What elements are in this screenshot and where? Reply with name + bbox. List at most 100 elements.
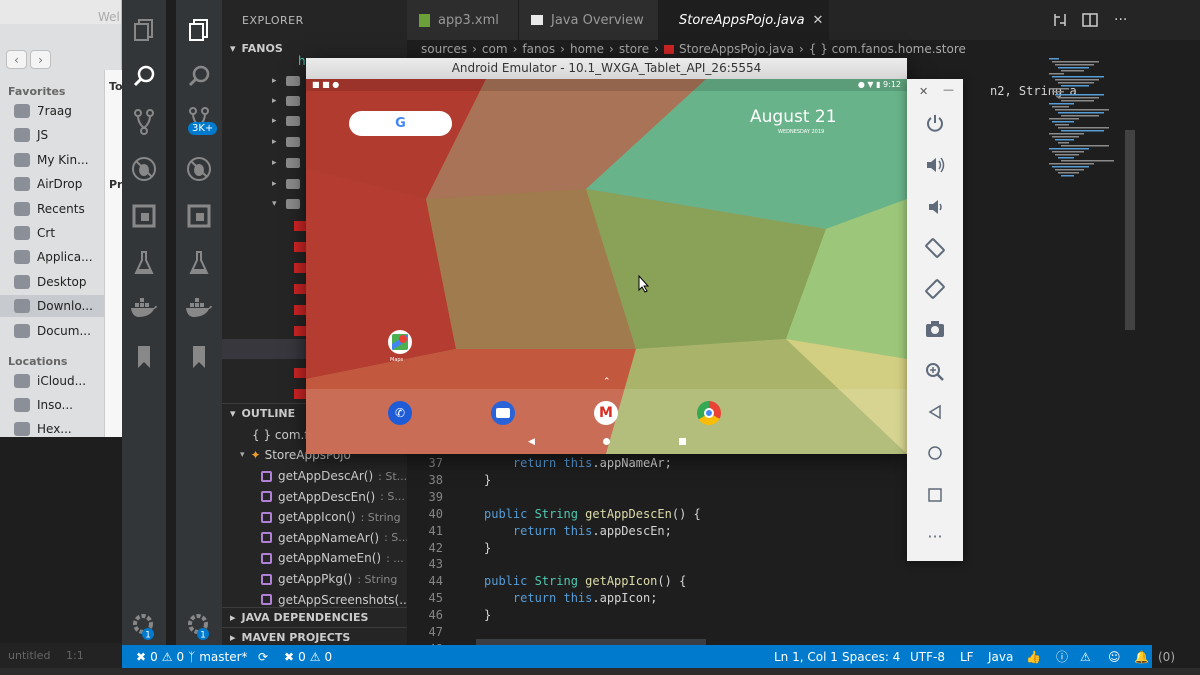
finder-sidebar-item[interactable]: 7raag bbox=[14, 100, 118, 122]
recents-nav-icon[interactable] bbox=[679, 438, 686, 445]
files-icon[interactable] bbox=[122, 18, 166, 42]
home-nav-icon[interactable] bbox=[603, 438, 610, 445]
tab-app3-xml[interactable]: app3.xml bbox=[407, 0, 519, 40]
files-icon[interactable] bbox=[176, 18, 222, 42]
debug-icon[interactable] bbox=[176, 156, 222, 182]
split-editor-icon[interactable] bbox=[1082, 13, 1098, 27]
code-line[interactable]: return this.appIcon; bbox=[484, 591, 658, 605]
tab-storeappspojo[interactable]: StoreAppsPojo.java ✕ bbox=[659, 0, 829, 40]
settings-gear-icon[interactable]: 1 bbox=[176, 612, 222, 640]
breadcrumb-item[interactable]: store bbox=[619, 42, 649, 56]
java-file-icon[interactable] bbox=[294, 263, 306, 273]
outline-method[interactable]: getAppDescEn(): S... bbox=[222, 487, 407, 507]
thumbs-up-icon[interactable]: 👍 bbox=[1026, 645, 1041, 668]
outline-method[interactable]: getAppNameEn(): ... bbox=[222, 548, 407, 568]
screenshot-camera-icon[interactable] bbox=[907, 320, 963, 338]
maps-app-icon[interactable] bbox=[388, 330, 412, 354]
back-nav-icon[interactable]: ◀ bbox=[528, 437, 535, 447]
warning-icon[interactable]: ⚠ bbox=[1080, 645, 1091, 668]
code-line[interactable]: return this.appNameAr; bbox=[484, 456, 672, 470]
search-icon[interactable] bbox=[122, 64, 166, 88]
finder-sidebar-item[interactable]: Docum... bbox=[14, 320, 118, 342]
close-icon[interactable]: ✕ bbox=[919, 85, 928, 98]
end-of-line[interactable]: LF bbox=[960, 645, 974, 668]
home-icon[interactable] bbox=[907, 445, 963, 461]
volume-down-icon[interactable] bbox=[907, 197, 963, 217]
code-line[interactable]: return this.appDescEn; bbox=[484, 524, 672, 538]
breadcrumb-item[interactable]: { } com.fanos.home.store bbox=[809, 42, 966, 56]
finder-nav-buttons[interactable]: ‹ › bbox=[6, 50, 54, 70]
java-file-icon[interactable] bbox=[294, 242, 306, 252]
java-dependencies-header[interactable]: ▸ JAVA DEPENDENCIES bbox=[222, 607, 407, 627]
breadcrumb-item[interactable]: sources bbox=[421, 42, 467, 56]
power-icon[interactable] bbox=[907, 113, 963, 133]
test-flask-icon[interactable] bbox=[176, 250, 222, 276]
code-line[interactable]: public String getAppDescEn() { bbox=[484, 507, 701, 521]
java-file-icon[interactable] bbox=[294, 368, 306, 378]
debug-icon[interactable] bbox=[122, 156, 166, 182]
code-line[interactable]: } bbox=[484, 541, 491, 555]
zoom-icon[interactable] bbox=[907, 362, 963, 382]
project-header[interactable]: ▾ FANOS bbox=[222, 38, 407, 58]
minimap[interactable] bbox=[1045, 58, 1125, 188]
finder-sidebar-item[interactable]: Recents bbox=[14, 198, 118, 220]
breadcrumb-item[interactable]: com bbox=[482, 42, 508, 56]
finder-sidebar-item[interactable]: Crt bbox=[14, 222, 118, 244]
rotate-right-icon[interactable] bbox=[907, 278, 963, 300]
indentation[interactable]: Spaces: 4 bbox=[842, 645, 900, 668]
settings-gear-icon[interactable]: 1 bbox=[122, 612, 166, 640]
finder-sidebar-item[interactable]: My Kin... bbox=[14, 149, 118, 171]
code-line[interactable]: } bbox=[484, 473, 491, 487]
phone-app-icon[interactable]: ✆ bbox=[388, 401, 412, 425]
close-tab-icon[interactable]: ✕ bbox=[813, 13, 824, 28]
back-icon[interactable] bbox=[907, 404, 963, 420]
minimize-icon[interactable]: — bbox=[943, 83, 954, 96]
overview-icon[interactable] bbox=[907, 487, 963, 503]
messages-app-icon[interactable] bbox=[491, 401, 515, 425]
source-control-icon[interactable] bbox=[122, 108, 166, 136]
cursor-position[interactable]: Ln 1, Col 1 bbox=[774, 645, 838, 668]
more-actions-icon[interactable]: ··· bbox=[1114, 12, 1127, 28]
editor-scrollbar[interactable] bbox=[1125, 130, 1135, 330]
chrome-app-icon[interactable] bbox=[697, 401, 721, 425]
bookmark-icon[interactable] bbox=[122, 345, 166, 369]
feedback-smiley-icon[interactable]: ☺ bbox=[1108, 645, 1121, 668]
bookmark-icon[interactable] bbox=[176, 345, 222, 369]
extensions-icon[interactable] bbox=[176, 204, 222, 228]
more-icon[interactable]: ··· bbox=[907, 527, 963, 546]
docker-icon[interactable] bbox=[176, 298, 222, 318]
git-branch[interactable]: ᛉ master* bbox=[188, 645, 248, 668]
docker-icon[interactable] bbox=[122, 298, 166, 318]
compare-changes-icon[interactable] bbox=[1052, 13, 1068, 27]
extensions-icon[interactable] bbox=[122, 204, 166, 228]
problems[interactable]: ✖ 0 ⚠ 0 bbox=[284, 645, 332, 668]
java-file-icon[interactable] bbox=[294, 326, 306, 336]
outline-method[interactable]: getAppPkg(): String bbox=[222, 569, 407, 589]
finder-sidebar-item[interactable]: AirDrop bbox=[14, 173, 118, 195]
google-search-bar[interactable]: G bbox=[349, 111, 452, 136]
forward-icon[interactable]: › bbox=[30, 50, 51, 69]
errors-warnings[interactable]: ✖ 0 ⚠ 0 bbox=[136, 645, 184, 668]
gmail-app-icon[interactable]: M bbox=[594, 401, 618, 425]
finder-location-item[interactable]: Inso... bbox=[14, 394, 118, 416]
back-icon[interactable]: ‹ bbox=[6, 50, 27, 69]
tab-java-overview[interactable]: Java Overview bbox=[519, 0, 659, 40]
java-file-icon[interactable] bbox=[294, 284, 306, 294]
language-mode[interactable]: Java bbox=[988, 645, 1013, 668]
finder-sidebar-item[interactable]: Applica... bbox=[14, 246, 118, 268]
app-drawer-chevron-icon[interactable]: ⌃ bbox=[603, 377, 611, 387]
java-file-icon[interactable] bbox=[294, 389, 306, 399]
finder-sidebar-item[interactable]: Desktop bbox=[14, 271, 118, 293]
outline-method[interactable]: getAppIcon(): String bbox=[222, 507, 407, 527]
maven-projects-header[interactable]: ▸ MAVEN PROJECTS bbox=[222, 627, 407, 647]
code-line[interactable]: public String getAppIcon() { bbox=[484, 574, 686, 588]
outline-method[interactable]: getAppNameAr(): S... bbox=[222, 528, 407, 548]
encoding[interactable]: UTF-8 bbox=[910, 645, 945, 668]
finder-sidebar-item[interactable]: JS bbox=[14, 124, 118, 146]
breadcrumb-item[interactable]: fanos bbox=[522, 42, 555, 56]
search-icon[interactable] bbox=[176, 64, 222, 88]
breadcrumb-item[interactable]: StoreAppsPojo.java bbox=[679, 42, 794, 56]
java-file-icon[interactable] bbox=[294, 221, 306, 231]
finder-location-item[interactable]: iCloud... bbox=[14, 370, 118, 392]
info-icon[interactable]: ⓘ bbox=[1056, 645, 1068, 668]
